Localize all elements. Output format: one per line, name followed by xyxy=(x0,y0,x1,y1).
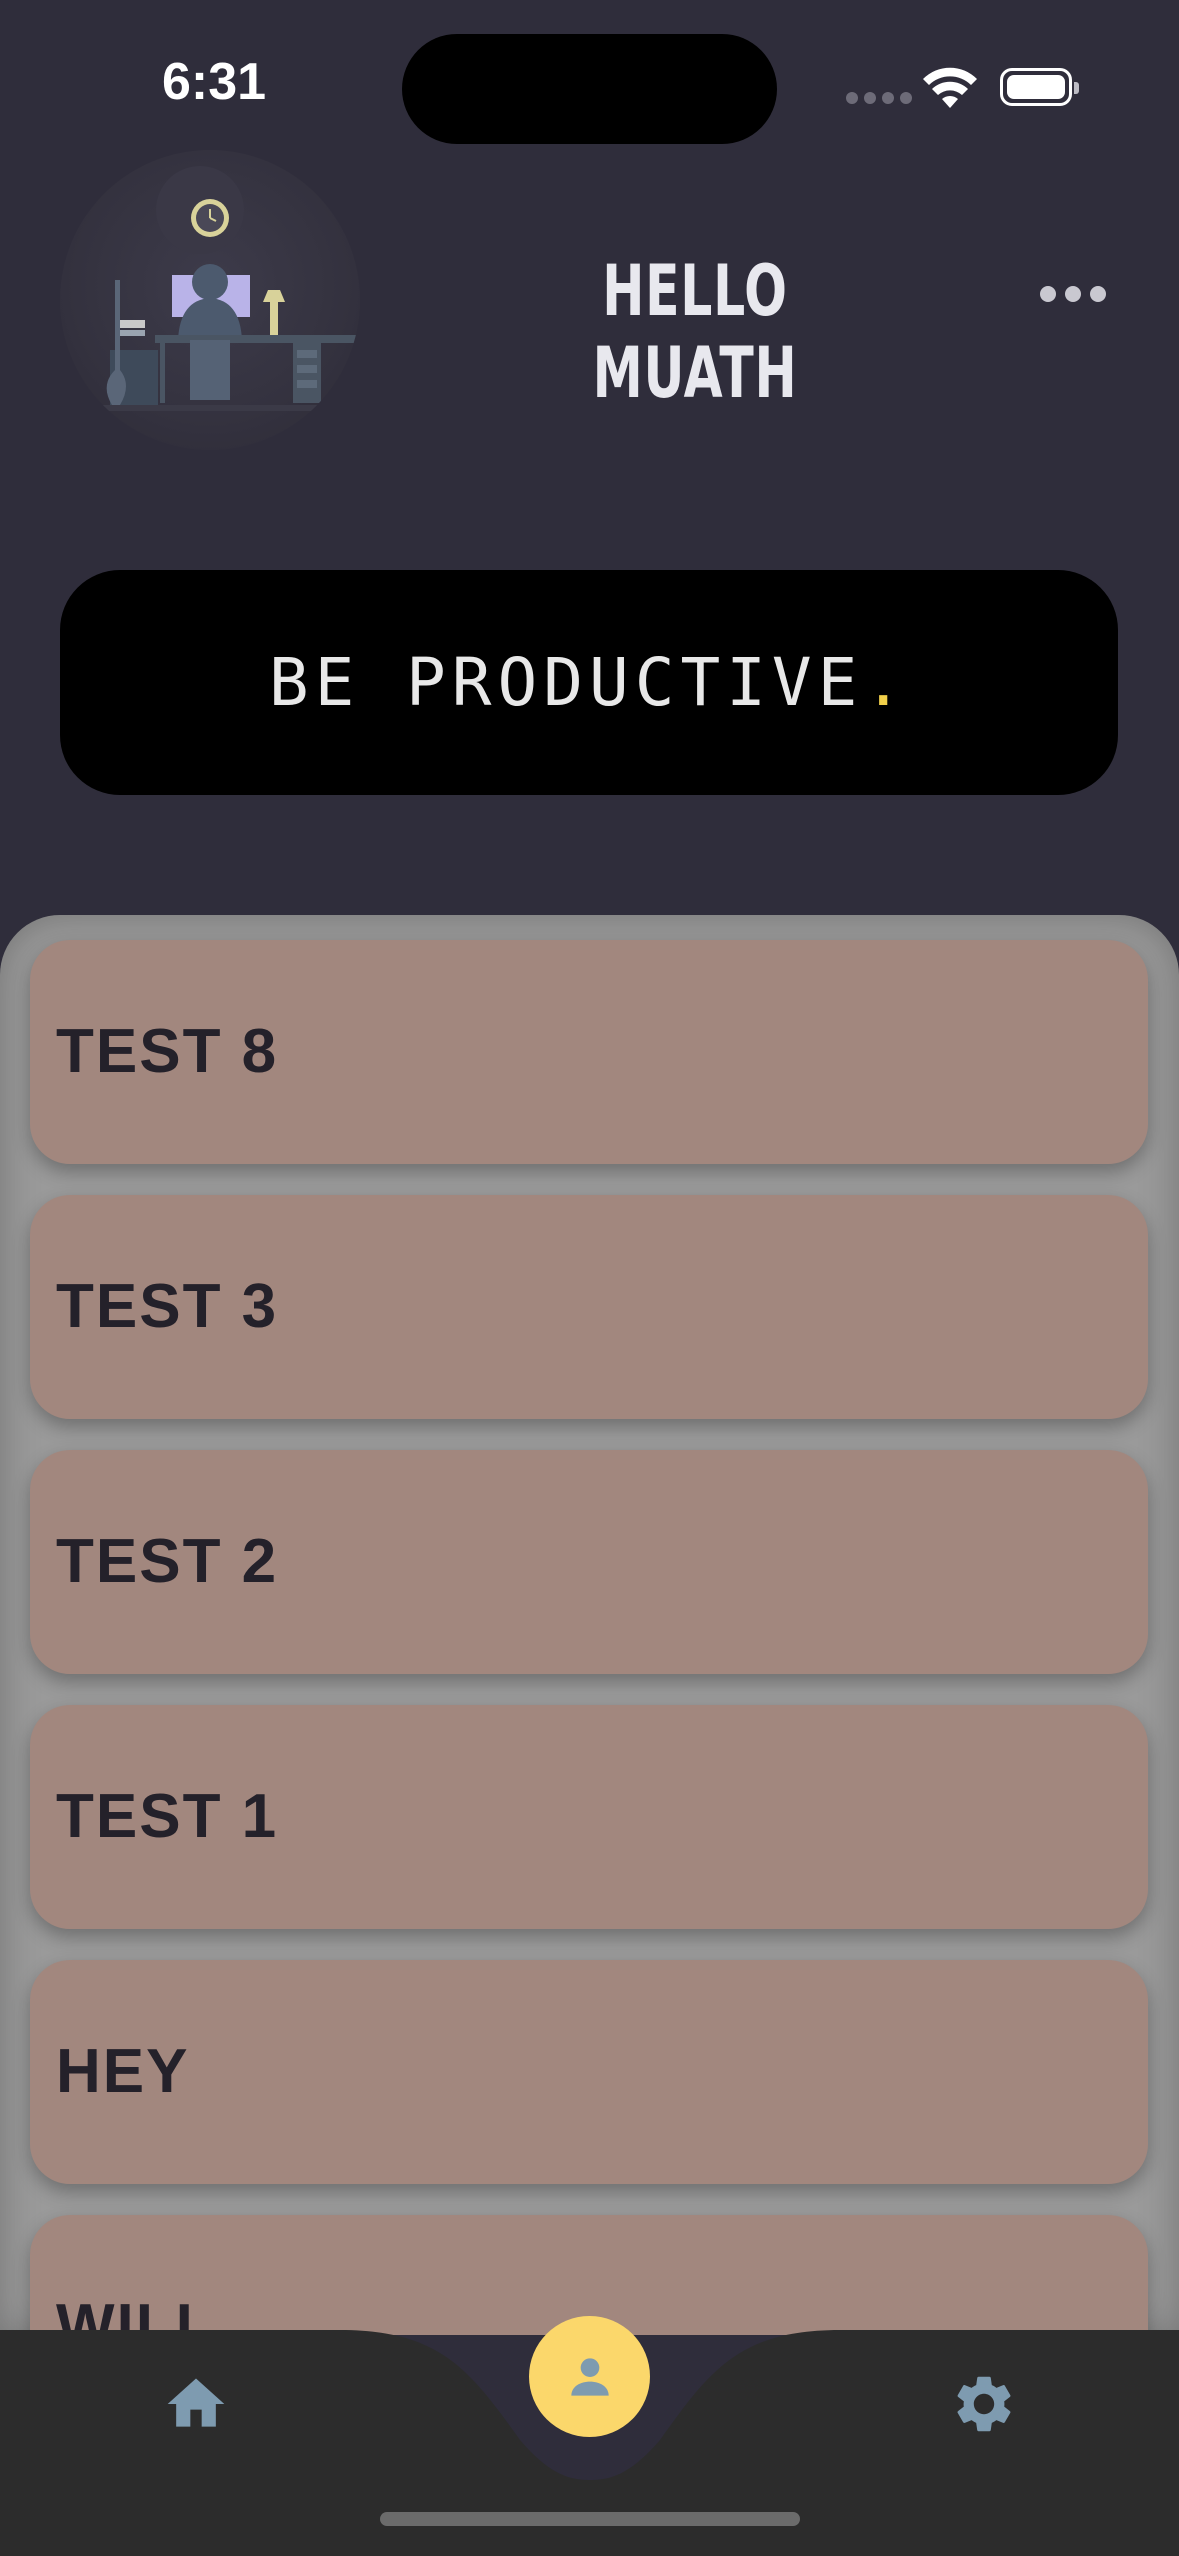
task-label: TEST 1 xyxy=(56,1782,279,1851)
banner-text: BE PRODUCTIVE. xyxy=(268,644,910,721)
profile-button[interactable] xyxy=(529,2316,650,2437)
settings-icon[interactable] xyxy=(950,2370,1018,2438)
wifi-icon xyxy=(923,67,977,108)
task-card[interactable]: HEY xyxy=(30,1960,1148,2184)
cellular-signal-icon xyxy=(846,92,912,104)
motivation-banner: BE PRODUCTIVE. xyxy=(60,570,1118,795)
task-card[interactable]: TEST 8 xyxy=(30,940,1148,1164)
greeting-title: HELLO MUATH xyxy=(592,250,798,414)
dynamic-island xyxy=(402,34,777,144)
status-time: 6:31 xyxy=(162,53,267,111)
task-card[interactable]: TEST 1 xyxy=(30,1705,1148,1929)
task-label: TEST 8 xyxy=(56,1017,279,1086)
task-list[interactable]: TEST 8 TEST 3 TEST 2 TEST 1 HEY WILL xyxy=(0,915,1179,2335)
task-card[interactable]: TEST 3 xyxy=(30,1195,1148,1419)
developer-desk-illustration xyxy=(60,166,360,411)
profile-icon xyxy=(570,2357,609,2396)
task-label: TEST 2 xyxy=(56,1527,279,1596)
battery-icon xyxy=(1000,68,1079,106)
home-indicator xyxy=(380,2512,800,2526)
avatar[interactable] xyxy=(60,150,360,450)
task-label: WILL xyxy=(56,2292,216,2335)
task-label: HEY xyxy=(56,2037,190,2106)
more-icon[interactable] xyxy=(1040,286,1106,302)
home-icon[interactable] xyxy=(162,2370,230,2438)
task-label: TEST 3 xyxy=(56,1272,279,1341)
task-card[interactable]: TEST 2 xyxy=(30,1450,1148,1674)
